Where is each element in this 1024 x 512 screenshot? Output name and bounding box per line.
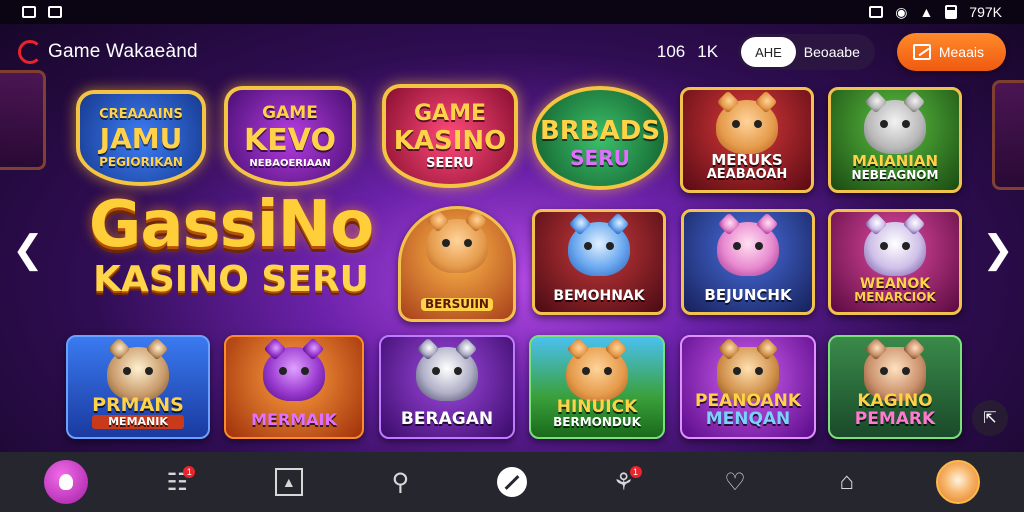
gallery-icon — [22, 6, 36, 18]
hamster-icon — [566, 347, 628, 401]
bottom-nav: ☷ 1 ▲ ⚲ ⚘ 1 ♡ ⌂ — [0, 452, 1024, 512]
game-tile-mid-3[interactable]: BEJUNCHK — [681, 209, 815, 315]
pill-right-label[interactable]: Beoaabe — [804, 44, 872, 60]
hero-title: GassiNo — [88, 188, 374, 262]
nav-store[interactable]: ▲ — [267, 460, 311, 504]
status-bar: ◉ ▲ 797K — [0, 0, 1024, 24]
nav-profile[interactable] — [43, 460, 88, 504]
stat-coins: 1K — [697, 42, 719, 61]
app-header: Game Wakaeànd 106 1K AHE Beoaabe Meaais — [0, 24, 1024, 80]
stat-players: 106 — [656, 42, 686, 61]
avatar — [936, 460, 981, 504]
cat-icon — [864, 222, 926, 276]
edit-icon — [912, 44, 931, 60]
profile-icon — [43, 460, 88, 504]
otter-icon — [107, 347, 169, 401]
game-tile-bottom-4[interactable]: HINUICK BERMONDUK — [529, 335, 665, 439]
nav-cart[interactable]: ☷ 1 — [155, 460, 199, 504]
game-tile-bottom-3[interactable]: BERAGAN — [379, 335, 515, 439]
nav-favorites[interactable]: ♡ — [713, 460, 757, 504]
hero-subtitle: KASINO SERU — [93, 259, 369, 300]
home-icon: ⌂ — [839, 468, 854, 495]
expand-icon: ⇱ — [983, 410, 997, 427]
app-title: Game Wakaeànd — [48, 41, 198, 62]
game-tile-top-2[interactable]: MAIANIAN NEBEAGNOM — [828, 87, 962, 193]
nav-account[interactable] — [936, 460, 981, 504]
raccoon-icon — [416, 347, 478, 401]
hamster-icon — [716, 100, 778, 154]
game-tile-mid-4[interactable]: WEANOK MENARCIOK — [828, 209, 962, 315]
logo-icon — [18, 40, 42, 64]
game-tile-bottom-5[interactable]: PEANOANK MENQAN — [680, 335, 816, 439]
cat-icon — [568, 222, 630, 276]
hamster-icon — [426, 219, 488, 273]
cta-button[interactable]: Meaais — [896, 33, 1006, 71]
bg-slot-machine-right — [992, 80, 1024, 190]
game-badge-1[interactable]: CREAAAINS JAMU PEGIORIKAN — [76, 90, 206, 186]
game-badge-4[interactable]: BRBADS SERU — [532, 86, 668, 190]
battery-icon — [945, 5, 958, 19]
nfc-icon — [869, 6, 884, 18]
game-tile-mid-1[interactable]: BERSUIIN — [398, 206, 516, 322]
nav-home[interactable]: ⌂ — [825, 460, 869, 504]
notification-badge: 1 — [629, 466, 642, 478]
game-tile-mid-2[interactable]: BEMOHNAK — [532, 209, 666, 315]
signal-icon: ▲ — [919, 4, 934, 20]
hero-banner[interactable]: GassiNo KASINO SERU — [66, 190, 396, 320]
nav-search[interactable]: ⚲ — [378, 460, 422, 504]
game-badge-2[interactable]: GAME KEVO NEBAOERIAAN — [224, 86, 356, 186]
notification-badge: 1 — [183, 466, 196, 478]
expand-button[interactable]: ⇱ — [972, 400, 1008, 436]
nav-play[interactable] — [490, 460, 534, 504]
heart-icon: ♡ — [724, 468, 746, 496]
game-tile-bottom-6[interactable]: KAGINO PEMARK — [828, 335, 962, 439]
chevron-right-icon[interactable]: ❯ — [982, 230, 1014, 270]
game-tile-bottom-2[interactable]: MERMAIK — [224, 335, 364, 439]
cta-label: Meaais — [938, 44, 984, 60]
bg-slot-machine-left — [0, 70, 46, 170]
nav-discover[interactable]: ⚘ 1 — [602, 460, 646, 504]
wifi-icon: ◉ — [895, 3, 908, 20]
chevron-left-icon[interactable]: ❮ — [12, 230, 44, 270]
calendar-icon — [48, 6, 62, 18]
account-pill[interactable]: AHE Beoaabe — [738, 34, 875, 70]
search-icon: ⚲ — [391, 468, 410, 496]
pill-left-label[interactable]: AHE — [741, 37, 796, 67]
monster-icon — [263, 347, 325, 401]
game-tile-top-1[interactable]: MERUKS AEABAOAH — [680, 87, 814, 193]
app-logo[interactable]: Game Wakaeànd — [18, 40, 198, 64]
status-text: 797K — [969, 4, 1002, 20]
game-tile-bottom-1[interactable]: PRMANS MEMANIK — [66, 335, 210, 439]
raccoon-icon — [864, 100, 926, 154]
store-icon: ▲ — [274, 468, 303, 496]
cat-icon — [717, 222, 779, 276]
game-badge-3[interactable]: GAME KASINO SEERU — [382, 84, 518, 188]
play-icon — [496, 467, 527, 497]
